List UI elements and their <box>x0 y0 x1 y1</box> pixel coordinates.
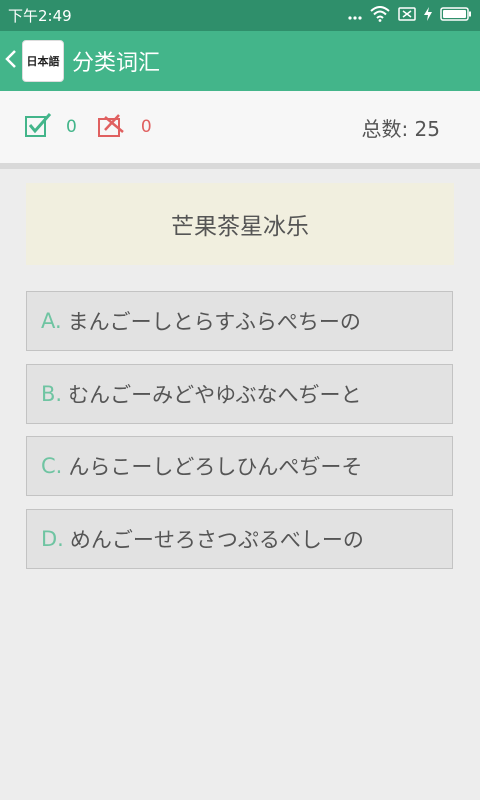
checkbox-correct-icon <box>24 112 52 142</box>
total-count: 总数: 25 <box>361 116 440 141</box>
correct-score: 0 <box>24 112 77 142</box>
status-bar: 下午2:49 <box>0 0 480 31</box>
option-letter: C. <box>41 454 63 478</box>
charging-icon <box>424 6 432 25</box>
option-c-button[interactable]: C. んらこーしどろしひんぺぢーそ <box>26 436 453 496</box>
sim-icon <box>398 6 416 25</box>
option-letter: D. <box>41 527 64 551</box>
question-text: 芒果茶星冰乐 <box>171 214 309 240</box>
back-button[interactable] <box>0 31 22 91</box>
status-icons <box>348 5 472 26</box>
battery-icon <box>440 6 472 25</box>
option-a-button[interactable]: A. まんごーしとらすふらぺちーの <box>26 291 453 351</box>
wrong-count: 0 <box>140 117 152 137</box>
status-time: 下午2:49 <box>8 7 72 25</box>
app-logo[interactable]: 日本語 <box>22 40 64 82</box>
option-d-button[interactable]: D. めんごーせろさつぷるべしーの <box>26 509 453 569</box>
option-letter: B. <box>41 382 63 406</box>
option-text: むんごーみどやゆぶなへぢーと <box>68 383 362 407</box>
option-text: んらこーしどろしひんぺぢーそ <box>68 455 363 479</box>
correct-count: 0 <box>66 117 77 137</box>
wrong-score: 0 <box>97 112 152 142</box>
wifi-icon <box>370 5 390 26</box>
wrong-pencil-icon <box>97 112 125 142</box>
page-title: 分类词汇 <box>72 51 161 76</box>
app-bar: 日本語 分类词汇 <box>0 31 480 91</box>
back-chevron-icon <box>5 49 17 73</box>
option-letter: A. <box>41 309 62 333</box>
option-text: まんごーしとらすふらぺちーの <box>67 310 361 334</box>
logo-text: 日本語 <box>26 55 60 68</box>
question-card: 芒果茶星冰乐 <box>26 183 454 265</box>
option-b-button[interactable]: B. むんごーみどやゆぶなへぢーと <box>26 364 453 424</box>
option-text: めんごーせろさつぷるべしーの <box>69 528 364 552</box>
more-dots-icon <box>348 6 362 25</box>
score-bar: 0 0 总数: 25 <box>0 91 480 169</box>
